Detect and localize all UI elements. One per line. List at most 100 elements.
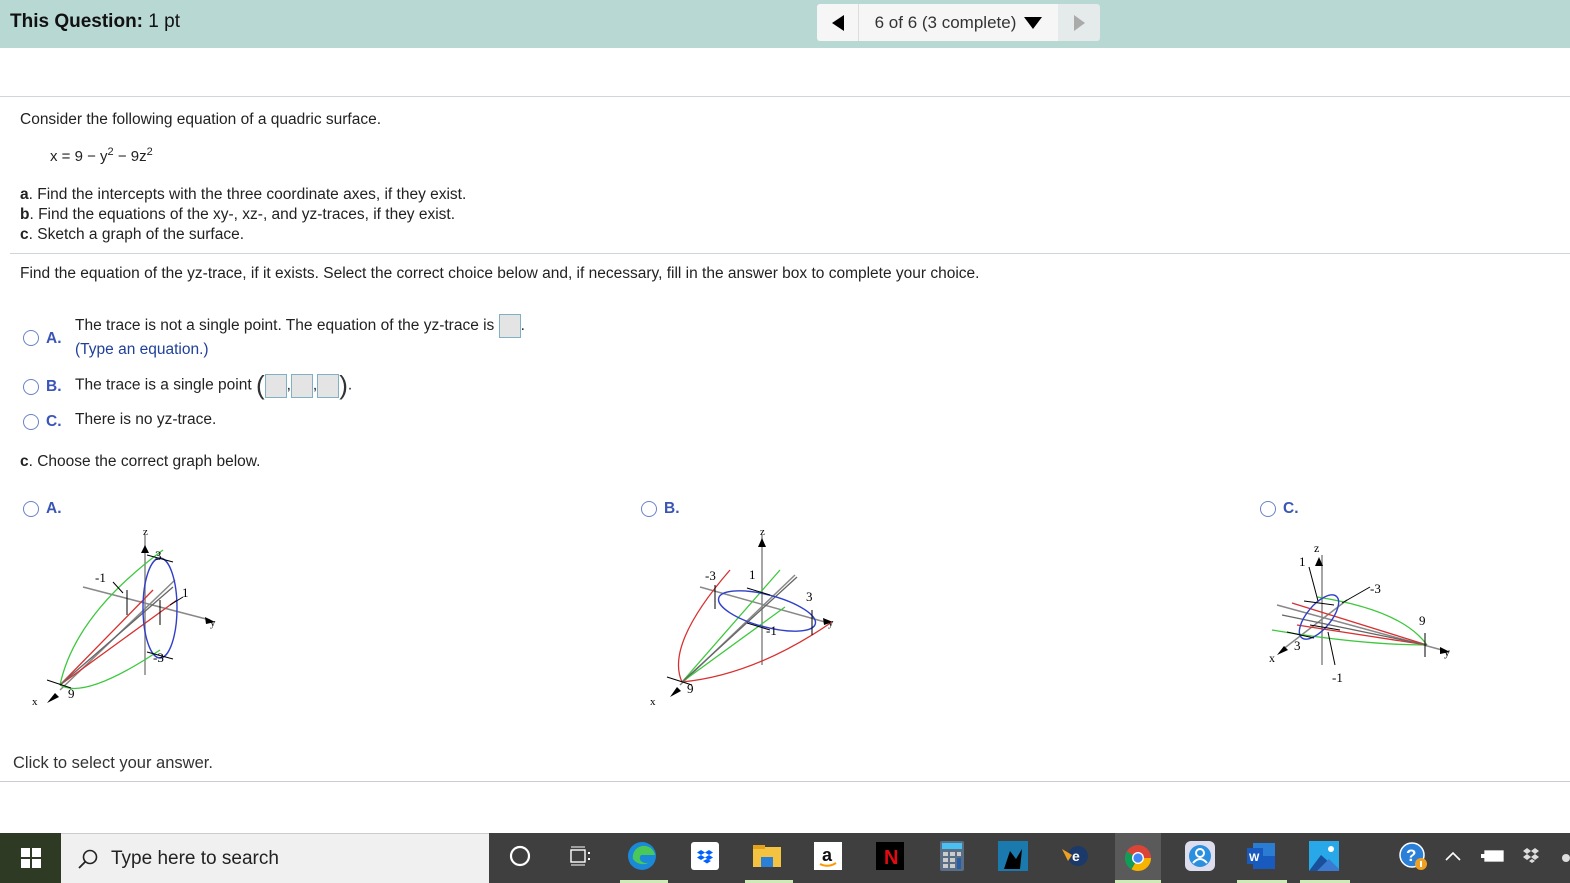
choice-c-text: There is no yz-trace. — [75, 411, 217, 428]
choice-a-text: The trace is not a single point. The equ… — [75, 314, 525, 338]
kindle-icon[interactable] — [998, 841, 1028, 871]
divider — [0, 781, 1570, 782]
tick-label-bottom: -1 — [1332, 670, 1343, 685]
question-header: This Question: 1 pt 6 of 6 (3 complete) — [0, 0, 1570, 48]
tick-label-apex: 9 — [68, 686, 75, 701]
red-trace — [59, 599, 178, 686]
graph-c-radio[interactable] — [1260, 501, 1276, 517]
tick — [1303, 600, 1335, 606]
graph-question-prompt: c. Choose the correct graph below. — [20, 453, 261, 470]
divider — [0, 96, 1570, 97]
status-message: Click to select your answer. — [13, 754, 213, 772]
dropbox-tray-icon[interactable] — [1517, 841, 1547, 871]
start-button[interactable] — [0, 833, 61, 883]
battery-icon[interactable] — [1478, 841, 1508, 871]
notification-dot — [1562, 854, 1570, 862]
tick-label-right: -3 — [1370, 581, 1381, 596]
z-label: z — [1314, 541, 1319, 555]
part-c: c. Sketch a graph of the surface. — [20, 226, 245, 243]
graph-b[interactable]: z y x -3 1 3 -1 9 — [645, 525, 855, 715]
graph-a[interactable]: z y x 3 -3 -1 1 9 — [25, 525, 235, 715]
ie-tool-icon[interactable]: e — [1060, 841, 1090, 871]
point-z-input[interactable] — [290, 373, 313, 398]
tick-label-left: -1 — [95, 570, 106, 585]
green-trace — [681, 606, 786, 683]
search-placeholder: Type here to search — [111, 847, 279, 869]
cortana-icon[interactable] — [505, 841, 535, 871]
point-x-input[interactable] — [317, 373, 340, 398]
y-axis — [82, 586, 211, 621]
z-axis-arrow-icon — [758, 538, 766, 547]
choice-b-letter: B. — [46, 378, 62, 395]
divider — [10, 253, 1570, 254]
help-tray-icon[interactable]: ? — [1398, 841, 1428, 871]
y-label: y — [210, 617, 216, 629]
netflix-icon[interactable]: N — [875, 841, 905, 871]
red-trace — [59, 589, 154, 686]
question-points: This Question: 1 pt — [10, 11, 180, 33]
file-explorer-icon[interactable] — [752, 841, 782, 871]
tick-label-bottom: -1 — [766, 623, 777, 638]
graph-c-letter: C. — [1283, 500, 1299, 517]
arrow-right-icon — [1073, 14, 1085, 31]
tick-label-top: 1 — [749, 567, 756, 582]
y-label: y — [828, 617, 834, 629]
show-hidden-icons-chevron-up-icon[interactable] — [1438, 841, 1468, 871]
tick-label-apex: 9 — [687, 681, 694, 696]
problem-intro: Consider the following equation of a qua… — [20, 111, 382, 128]
x-label: x — [1269, 651, 1275, 665]
taskbar-search-box[interactable]: Type here to search — [61, 833, 489, 883]
tick-label-right: 1 — [182, 585, 189, 600]
graph-c[interactable]: z y x 1 -3 3 -1 9 — [1262, 535, 1472, 695]
calculator-icon[interactable] — [937, 841, 967, 871]
choice-a-letter: A. — [46, 330, 62, 347]
graph-a-radio[interactable] — [23, 501, 39, 517]
graph-a-letter: A. — [46, 500, 62, 517]
yz-trace-equation-input[interactable] — [498, 314, 521, 338]
svg-text:?: ? — [1406, 846, 1416, 865]
windows-logo-icon — [20, 848, 41, 868]
search-icon — [78, 849, 98, 869]
x-axis-line — [59, 586, 174, 686]
windows-taskbar: Type here to search a N e W ? — [0, 833, 1570, 883]
question-progress: 6 of 6 (3 complete) — [874, 12, 1017, 32]
z-axis-arrow-icon — [141, 545, 149, 553]
dropbox-icon[interactable] — [690, 841, 720, 871]
pointer — [1327, 631, 1336, 666]
next-question-button[interactable] — [1058, 4, 1100, 41]
question-label: This Question: — [10, 11, 143, 32]
tick-label-apex: 9 — [1419, 613, 1426, 628]
choice-c-radio[interactable] — [23, 414, 39, 430]
svg-text:N: N — [884, 847, 898, 869]
choice-a-radio[interactable] — [23, 330, 39, 346]
choice-c-letter: C. — [46, 413, 62, 430]
tick-label-top: 3 — [155, 548, 162, 563]
chrome-icon[interactable] — [1115, 833, 1161, 883]
red-trace — [681, 621, 833, 683]
points-value: 1 pt — [148, 11, 180, 32]
task-view-icon[interactable] — [565, 841, 595, 871]
question-selector-dropdown[interactable]: 6 of 6 (3 complete) — [859, 4, 1058, 41]
svg-text:e: e — [1072, 848, 1080, 864]
tick-label-left: 3 — [1294, 638, 1301, 653]
y-label: y — [1444, 645, 1450, 659]
x-axis-arrow-icon — [47, 693, 59, 703]
question-navigator: 6 of 6 (3 complete) — [817, 4, 1100, 41]
people-icon[interactable] — [1185, 841, 1215, 871]
tick-label-bottom: -3 — [153, 650, 164, 665]
tick-label-left: -3 — [705, 568, 716, 583]
red-trace — [1291, 602, 1428, 646]
previous-question-button[interactable] — [817, 4, 859, 41]
word-icon[interactable]: W — [1247, 841, 1277, 871]
surface-equation: x = 9 − y2 − 9z2 — [50, 146, 153, 165]
svg-text:W: W — [1249, 852, 1260, 864]
choice-b-text: The trace is a single point (,,). — [75, 370, 353, 400]
photos-icon[interactable] — [1309, 841, 1339, 871]
edge-icon[interactable] — [627, 841, 657, 871]
point-y-input[interactable] — [264, 373, 287, 398]
choice-b-radio[interactable] — [23, 379, 39, 395]
graph-b-radio[interactable] — [641, 501, 657, 517]
amazon-icon[interactable]: a — [813, 841, 843, 871]
x-label: x — [32, 696, 38, 708]
part-a: a. Find the intercepts with the three co… — [20, 186, 467, 203]
